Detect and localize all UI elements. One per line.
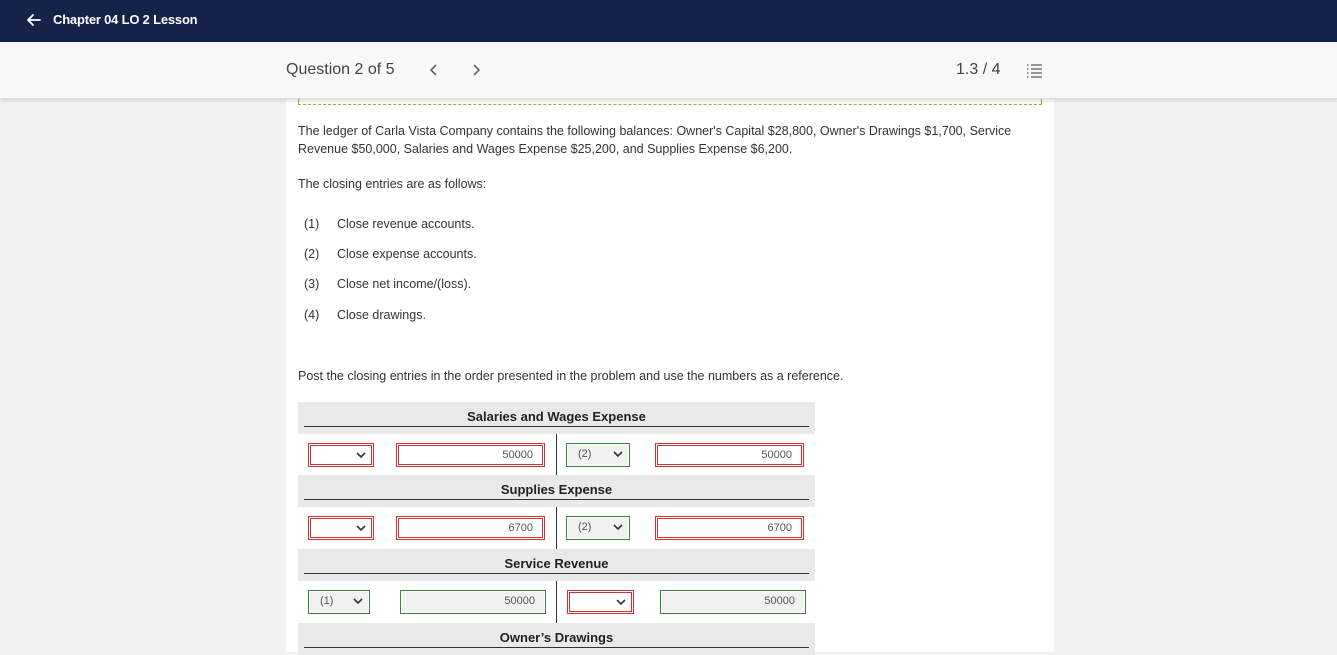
question-list-icon[interactable] <box>1025 62 1043 80</box>
selected-value: (2) <box>578 521 592 533</box>
credit-reference-select[interactable]: (2) <box>566 443 630 467</box>
t-account-divider <box>556 507 557 549</box>
step-number: (2) <box>304 247 320 261</box>
top-bar: Chapter 04 LO 2 Lesson <box>0 0 1337 42</box>
previous-question-icon[interactable] <box>426 60 442 80</box>
credit-amount-field[interactable]: 50000 <box>655 443 804 467</box>
t-account-header: Owner’s Drawings <box>298 623 815 655</box>
credit-amount-value: 6700 <box>657 518 802 538</box>
t-account-title: Owner’s Drawings <box>499 630 614 645</box>
credit-amount-field[interactable]: 6700 <box>655 516 804 540</box>
chevron-down-icon <box>353 598 363 605</box>
credit-reference-select[interactable]: (2) <box>566 516 630 540</box>
t-account-rule <box>304 647 809 648</box>
credit-reference-select[interactable] <box>567 590 634 614</box>
t-account-header: Service Revenue <box>298 549 815 581</box>
back-arrow-icon[interactable] <box>24 10 44 30</box>
credit-amount-field[interactable]: 50000 <box>660 590 806 614</box>
debit-amount-value: 6700 <box>398 518 543 538</box>
question-bar: Question 2 of 5 1.3 / 4 <box>0 42 1337 99</box>
t-account-rule <box>304 426 809 427</box>
credit-amount-value: 50000 <box>657 445 802 465</box>
step-number: (4) <box>304 308 320 322</box>
t-account-header: Supplies Expense <box>298 475 815 507</box>
step-text: Close expense accounts. <box>337 247 477 261</box>
t-account-title: Salaries and Wages Expense <box>467 409 646 424</box>
credit-amount-value: 50000 <box>662 592 804 612</box>
debit-amount-value: 50000 <box>402 592 544 612</box>
closing-intro: The closing entries are as follows: <box>298 177 487 191</box>
step-text: Close drawings. <box>337 308 426 322</box>
chevron-down-icon <box>613 524 623 531</box>
debit-amount-field[interactable]: 6700 <box>396 516 545 540</box>
t-account-title: Service Revenue <box>504 556 609 571</box>
debit-amount-value: 50000 <box>398 445 543 465</box>
selected-value: (1) <box>320 595 334 607</box>
next-question-icon[interactable] <box>468 60 484 80</box>
chevron-down-icon <box>616 599 626 606</box>
debit-amount-field[interactable]: 50000 <box>396 443 545 467</box>
t-account-rule <box>304 499 809 500</box>
question-content: The ledger of Carla Vista Company contai… <box>286 99 1054 655</box>
score-display: 1.3 / 4 <box>956 61 1001 78</box>
debit-amount-field[interactable]: 50000 <box>400 590 546 614</box>
question-counter: Question 2 of 5 <box>286 61 395 78</box>
t-account-divider <box>556 434 557 476</box>
step-text: Close net income/(loss). <box>337 277 472 291</box>
collapsed-panel-edge <box>298 99 1042 105</box>
debit-reference-select[interactable]: (1) <box>308 590 370 614</box>
selected-value: (2) <box>578 448 592 460</box>
chevron-down-icon <box>356 525 366 532</box>
t-account-divider <box>556 581 557 623</box>
chevron-down-icon <box>356 452 366 459</box>
instruction-text: Post the closing entries in the order pr… <box>298 369 844 383</box>
chevron-down-icon <box>613 451 623 458</box>
t-account-title: Supplies Expense <box>500 482 613 497</box>
lesson-title: Chapter 04 LO 2 Lesson <box>53 12 198 27</box>
step-number: (3) <box>304 277 320 291</box>
step-number: (1) <box>304 217 320 231</box>
t-account-rule <box>304 573 809 574</box>
debit-reference-select[interactable] <box>308 516 374 540</box>
problem-intro: The ledger of Carla Vista Company contai… <box>298 124 1012 156</box>
t-account-header: Salaries and Wages Expense <box>298 402 815 434</box>
debit-reference-select[interactable] <box>308 443 374 467</box>
step-text: Close revenue accounts. <box>337 217 475 231</box>
